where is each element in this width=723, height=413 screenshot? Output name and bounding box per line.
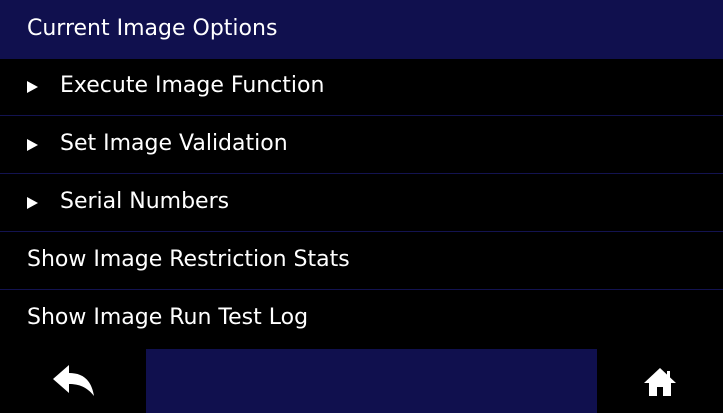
menu-item-label: Show Image Restriction Stats	[27, 247, 350, 272]
menu-item-execute-image-function[interactable]: Execute Image Function	[0, 59, 723, 116]
home-button[interactable]	[597, 349, 723, 413]
footer-bar	[0, 349, 723, 413]
page-title: Current Image Options	[27, 16, 278, 41]
menu-item-label: Show Image Run Test Log	[27, 305, 309, 330]
menu-item-label: Execute Image Function	[60, 73, 325, 98]
menu-item-serial-numbers[interactable]: Serial Numbers	[0, 175, 723, 232]
screen: Current Image Options Execute Image Func…	[0, 0, 723, 413]
expand-arrow-icon	[27, 81, 38, 93]
title-bar: Current Image Options	[0, 0, 723, 59]
back-button[interactable]	[0, 349, 146, 413]
menu-item-label: Set Image Validation	[60, 131, 288, 156]
expand-arrow-icon	[27, 197, 38, 209]
home-icon	[644, 368, 676, 396]
menu-item-label: Serial Numbers	[60, 189, 230, 214]
menu-item-show-image-run-test-log[interactable]: Show Image Run Test Log	[0, 291, 723, 349]
back-arrow-icon	[53, 365, 94, 396]
menu-item-set-image-validation[interactable]: Set Image Validation	[0, 117, 723, 174]
menu-item-show-image-restriction-stats[interactable]: Show Image Restriction Stats	[0, 233, 723, 290]
expand-arrow-icon	[27, 139, 38, 151]
